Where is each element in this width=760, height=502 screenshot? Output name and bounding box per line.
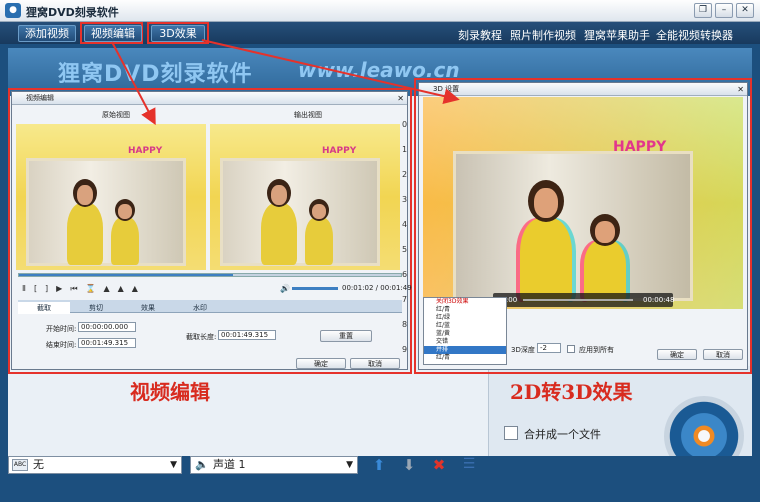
- bottom-bar: ABC 无 ▼ 🔈 声道 1 ▼ ⬆ ⬇ ✖ ☰: [0, 456, 760, 502]
- 3d-caption: 2D转3D效果: [510, 380, 633, 404]
- audio-track-value: 声道 1: [213, 458, 246, 471]
- move-down-icon[interactable]: ⬇: [400, 456, 418, 474]
- subtitle-dropdown[interactable]: ABC 无 ▼: [8, 456, 182, 474]
- audio-track-dropdown[interactable]: 🔈 声道 1 ▼: [190, 456, 358, 474]
- edit-caption: 视频编辑: [130, 380, 210, 404]
- chevron-down-icon: ▼: [346, 460, 353, 470]
- annotation-arrows: [111, 39, 460, 126]
- clear-list-icon[interactable]: ☰: [460, 456, 478, 472]
- speaker-icon: 🔈: [195, 458, 209, 471]
- subtitle-value: 无: [33, 458, 44, 471]
- app-window: ● 狸窝DVD刻录软件 ❐ – ✕ 添加视频 视频编辑 3D效果 刻录教程 照片…: [0, 0, 760, 502]
- move-up-icon[interactable]: ⬆: [370, 456, 388, 474]
- delete-icon[interactable]: ✖: [430, 456, 448, 474]
- chevron-down-icon: ▼: [170, 460, 177, 470]
- subtitle-icon: ABC: [12, 459, 28, 471]
